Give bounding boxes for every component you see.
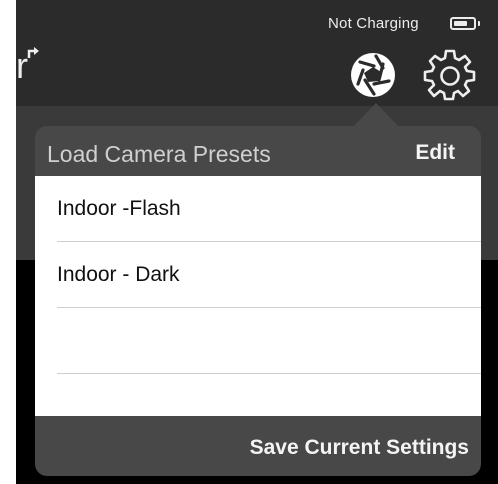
nav-title: r [16,46,42,86]
charging-status: Not Charging [328,15,419,32]
preset-row[interactable]: Indoor - Dark [35,242,481,307]
aperture-button[interactable] [346,48,400,102]
popover-title: Load Camera Presets [47,141,271,167]
gear-icon [423,49,476,101]
status-bar: Not Charging [16,0,498,38]
battery-nub [478,21,480,26]
app-screen: Not Charging r Load Camera Presets Edit … [16,0,498,484]
arrow-icon [27,47,39,58]
aperture-icon [351,53,395,97]
presets-popover: Load Camera Presets Edit Indoor -Flash I… [35,126,481,476]
preset-label: Indoor -Flash [57,197,181,220]
presets-list: Indoor -Flash Indoor - Dark [35,176,481,416]
preset-row[interactable]: Indoor -Flash [35,176,481,241]
preset-row-empty[interactable] [35,374,481,416]
settings-button[interactable] [423,48,477,102]
battery-icon [450,17,476,30]
edit-button[interactable]: Edit [415,141,455,165]
popover-arrow [353,103,399,127]
nav-bar: r [16,38,498,106]
save-current-settings-button[interactable]: Save Current Settings [250,436,469,460]
preset-row-empty[interactable] [35,308,481,373]
preset-label: Indoor - Dark [57,263,180,286]
